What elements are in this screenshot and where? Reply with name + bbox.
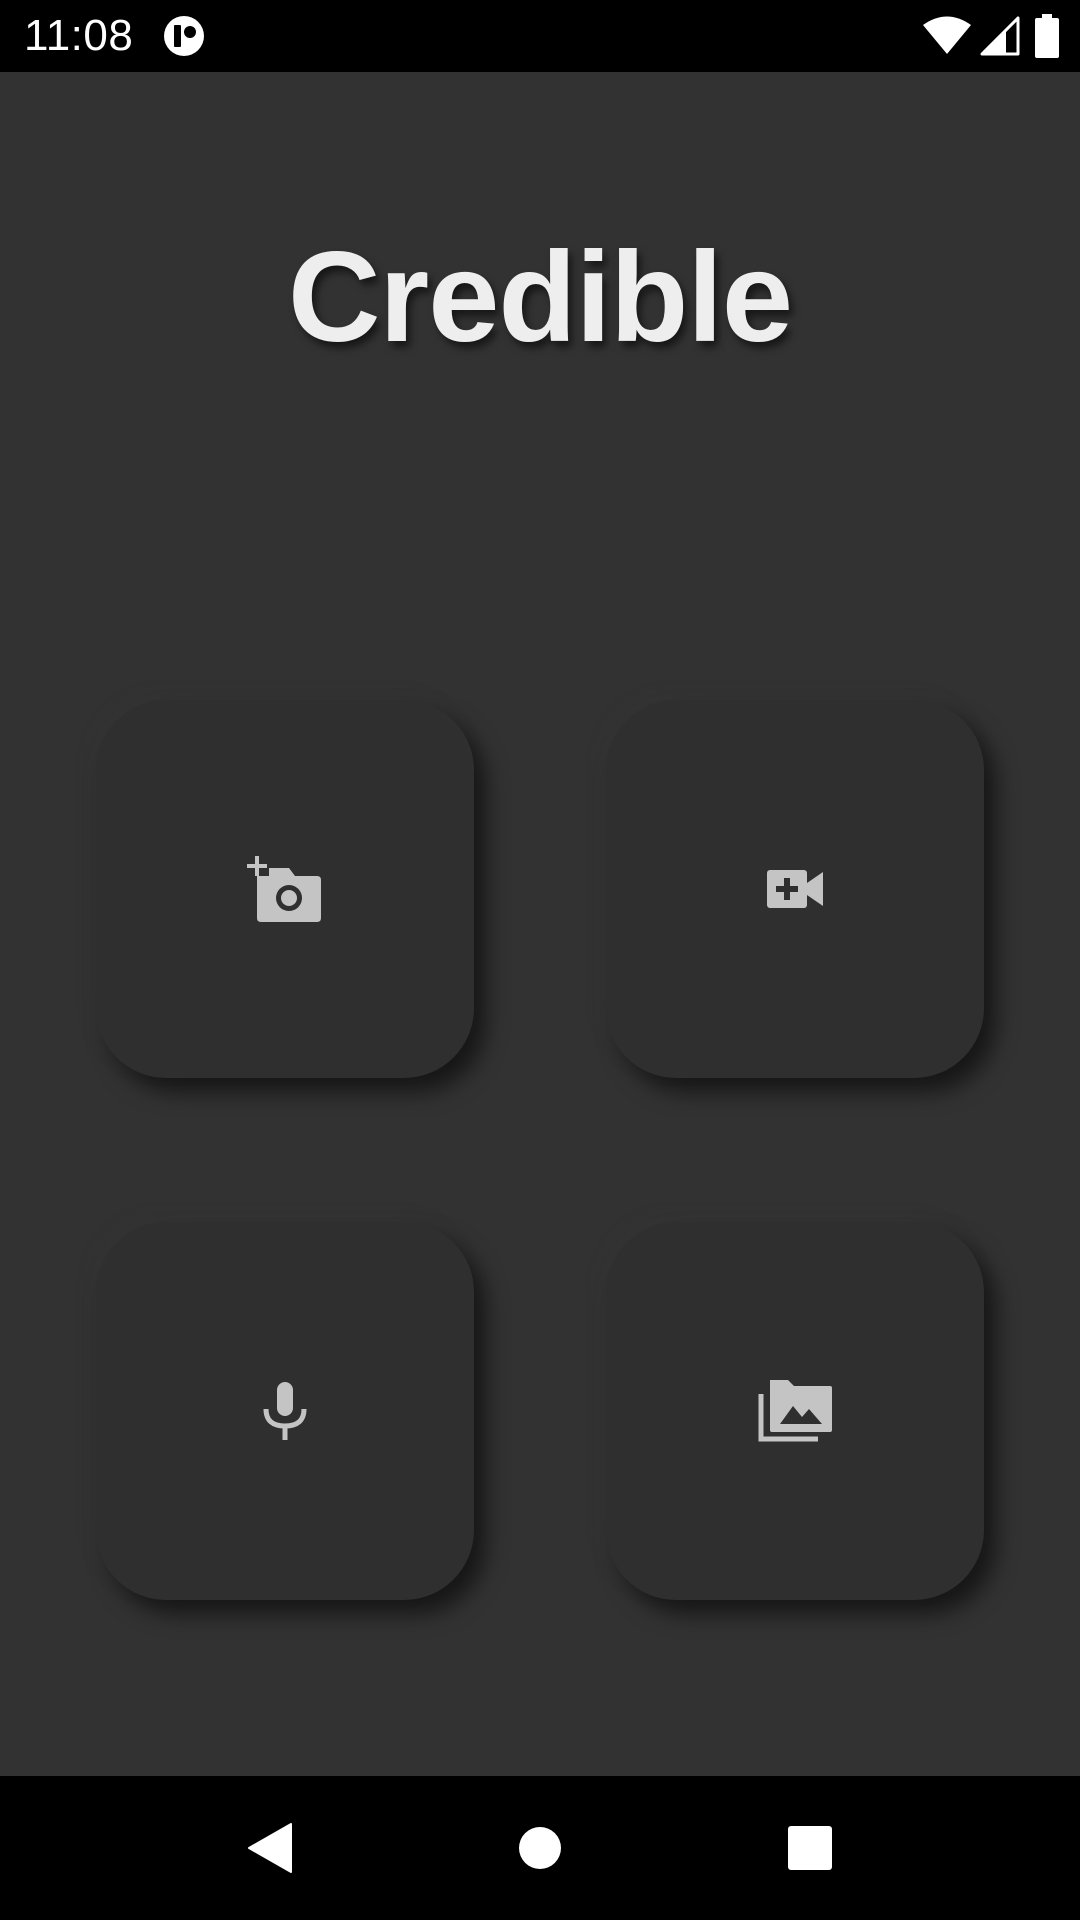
app-title: Credible xyxy=(287,226,793,369)
battery-icon xyxy=(1035,14,1059,58)
app-notification-icon xyxy=(163,15,205,57)
status-time: 11:08 xyxy=(24,11,134,60)
home-icon xyxy=(519,1827,561,1869)
navigation-bar xyxy=(0,1776,1080,1920)
add-a-photo-icon xyxy=(247,856,321,922)
record-video-button[interactable] xyxy=(606,700,984,1078)
open-gallery-button[interactable] xyxy=(606,1222,984,1600)
video-call-icon xyxy=(767,870,823,908)
status-bar: 11:08 xyxy=(0,0,1080,72)
main-screen: Credible xyxy=(0,72,1080,1776)
capture-photo-button[interactable] xyxy=(96,700,474,1078)
back-icon xyxy=(248,1823,292,1873)
photo-library-icon xyxy=(758,1380,832,1442)
recents-icon xyxy=(788,1826,832,1870)
microphone-icon xyxy=(263,1382,307,1440)
record-audio-button[interactable] xyxy=(96,1222,474,1600)
status-icons xyxy=(922,14,1060,58)
cell-signal-icon xyxy=(980,16,1020,56)
back-button[interactable] xyxy=(210,1776,330,1920)
wifi-icon xyxy=(923,16,971,54)
home-button[interactable] xyxy=(480,1776,600,1920)
recents-button[interactable] xyxy=(750,1776,870,1920)
